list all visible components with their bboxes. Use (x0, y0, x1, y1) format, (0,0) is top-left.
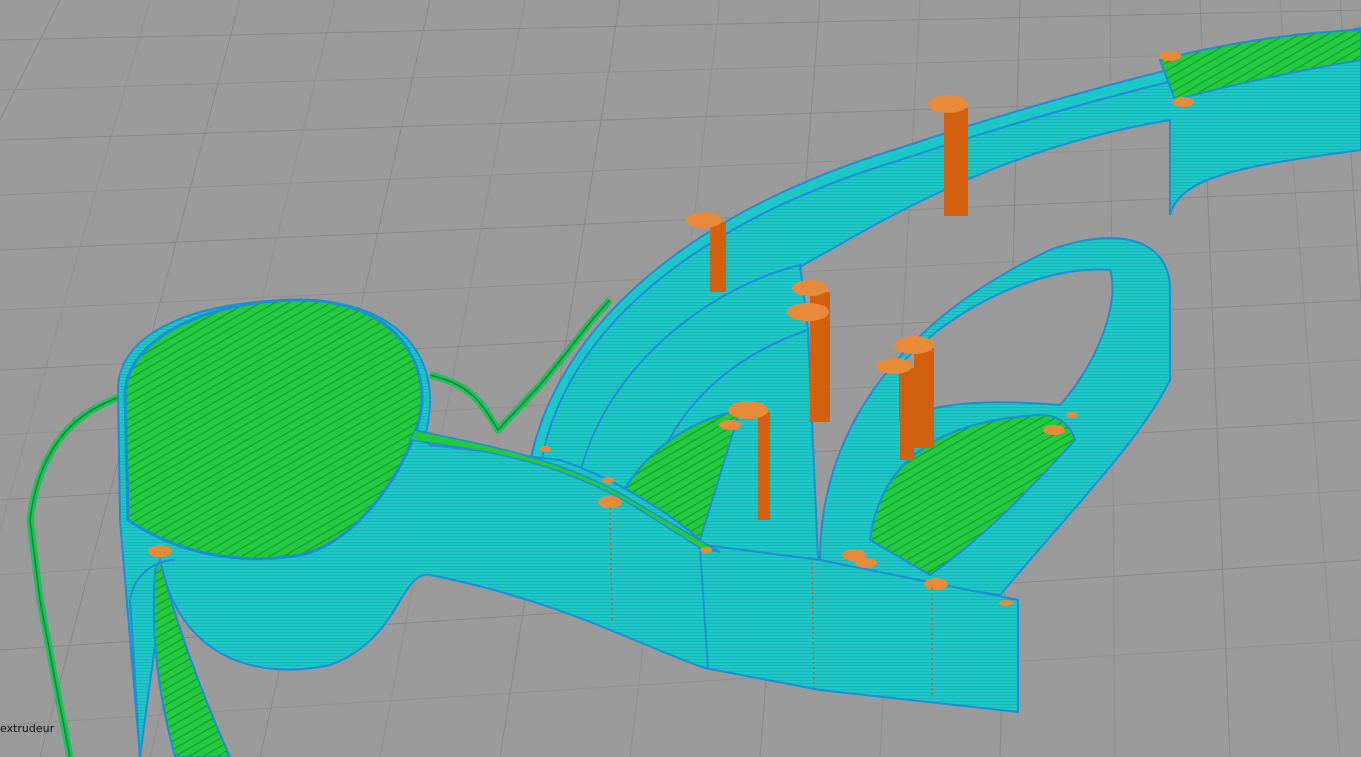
gcode-preview-viewport[interactable]: extrudeur (0, 0, 1361, 757)
3d-print-preview (0, 0, 1361, 757)
legend-label: extrudeur (0, 722, 55, 735)
loop-wall-right (818, 237, 1171, 597)
